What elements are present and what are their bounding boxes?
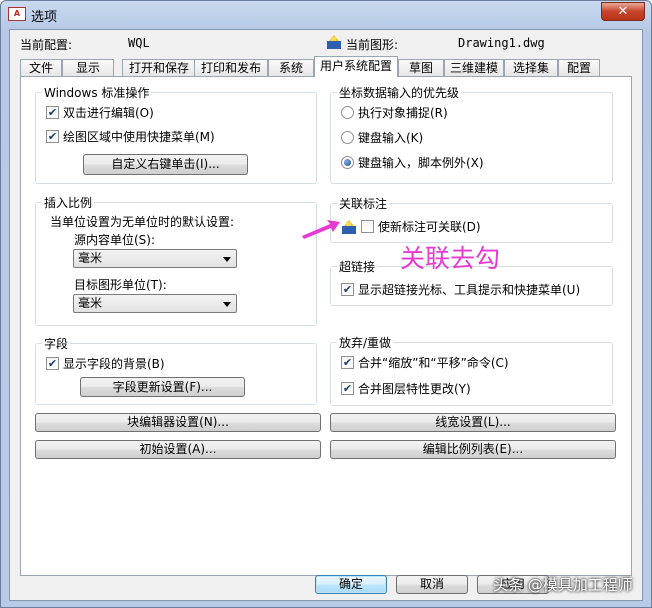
initial-setup-button[interactable]: 初始设置(A)... [35, 440, 321, 459]
tab-display[interactable]: 显示 [62, 59, 114, 76]
custom-right-click-button[interactable]: 自定义右键单击(I)... [83, 154, 248, 175]
window-title: 选项 [31, 10, 58, 25]
keyboard-radio[interactable] [341, 131, 354, 144]
current-drawing-label: 当前图形: [346, 38, 399, 52]
coord-option-keyboard[interactable]: 键盘输入(K) [341, 129, 423, 146]
coord-option-keyboard-except-scripts[interactable]: 键盘输入，脚本例外(X) [341, 154, 484, 171]
tab-drafting[interactable]: 草图 [398, 59, 444, 76]
keyboard-except-scripts-radio[interactable] [341, 156, 354, 169]
field-background-label: 显示字段的背景(B) [63, 357, 165, 371]
dialog-client: 当前配置: WQL 当前图形: Drawing1.dwg 文件 显示 打开和保存… [9, 29, 643, 601]
tab-profiles[interactable]: 配置 [558, 59, 600, 76]
coord-option-osnap[interactable]: 执行对象捕捉(R) [341, 104, 448, 121]
field-background-option[interactable]: ✔ 显示字段的背景(B) [46, 355, 165, 372]
shortcut-menu-label: 绘图区域中使用快捷菜单(M) [63, 130, 215, 144]
drawing-file-icon [327, 35, 341, 49]
current-drawing-value: Drawing1.dwg [458, 36, 545, 50]
dblclick-edit-checkbox[interactable]: ✔ [46, 106, 59, 119]
tab-system[interactable]: 系统 [268, 59, 314, 76]
merge-zoom-pan-checkbox[interactable]: ✔ [341, 356, 354, 369]
keyboard-label: 键盘输入(K) [358, 131, 424, 145]
assoc-dim-legend: 关联标注 [337, 195, 390, 212]
title-bar[interactable]: A 选项 ✕ [1, 1, 651, 29]
osnap-radio[interactable] [341, 106, 354, 119]
autocad-app-icon: A [8, 7, 26, 21]
source-units-value: 毫米 [78, 251, 103, 265]
hyperlink-cursor-label: 显示超链接光标、工具提示和快捷菜单(U) [358, 283, 581, 297]
insert-scale-note: 当单位设置为无单位时的默认设置: [50, 215, 235, 229]
target-units-label: 目标图形单位(T): [74, 278, 167, 292]
keyboard-except-scripts-label: 键盘输入，脚本例外(X) [358, 156, 484, 170]
osnap-label: 执行对象捕捉(R) [358, 106, 448, 120]
coord-priority-legend: 坐标数据输入的优先级 [337, 84, 462, 101]
annotation-arrow-icon [302, 220, 340, 239]
user-preferences-panel: Windows 标准操作 ✔ 双击进行编辑(O) ✔ 绘图区域中使用快捷菜单(M… [20, 76, 632, 576]
current-profile-value: WQL [128, 36, 150, 50]
shortcut-menu-checkbox[interactable]: ✔ [46, 130, 59, 143]
current-profile-label: 当前配置: [20, 38, 73, 52]
shortcut-menu-option[interactable]: ✔ 绘图区域中使用快捷菜单(M) [46, 128, 215, 145]
options-dialog: A 选项 ✕ 当前配置: WQL 当前图形: Drawing1.dwg 文件 显… [0, 0, 652, 608]
merge-layer-checkbox[interactable]: ✔ [341, 382, 354, 395]
source-units-select[interactable]: 毫米 [73, 249, 237, 268]
annotation-text: 关联去勾 [400, 244, 501, 273]
watermark-text: 头条 @模具加工程师 [493, 576, 633, 594]
merge-layer-label: 合并图层特性更改(Y) [358, 382, 471, 396]
windows-ops-legend: Windows 标准操作 [42, 84, 152, 101]
insert-scale-group: 插入比例 当单位设置为无单位时的默认设置: 源内容单位(S): 毫米 目标图形单… [35, 194, 317, 326]
chevron-down-icon [223, 257, 231, 262]
source-units-label: 源内容单位(S): [74, 233, 156, 247]
assoc-dim-group: 关联标注 使新标注可关联(D) [330, 195, 613, 243]
fields-group: 字段 ✔ 显示字段的背景(B) 字段更新设置(F)... [35, 335, 317, 405]
tab-3d-modeling[interactable]: 三维建模 [444, 59, 504, 76]
tab-plot-publish[interactable]: 打印和发布 [194, 59, 268, 76]
edit-scale-list-button[interactable]: 编辑比例列表(E)... [330, 440, 616, 459]
radio-selected-dot [344, 159, 351, 166]
fields-legend: 字段 [42, 335, 71, 352]
cancel-button[interactable]: 取消 [396, 575, 468, 594]
target-units-value: 毫米 [78, 296, 103, 310]
lineweight-settings-button[interactable]: 线宽设置(L)... [330, 413, 616, 432]
hyperlink-cursor-option[interactable]: ✔ 显示超链接光标、工具提示和快捷菜单(U) [341, 281, 580, 298]
undo-redo-legend: 放弃/重做 [337, 334, 394, 351]
tab-files[interactable]: 文件 [20, 59, 62, 76]
field-background-checkbox[interactable]: ✔ [46, 357, 59, 370]
target-units-select[interactable]: 毫米 [73, 294, 237, 313]
tab-open-save[interactable]: 打开和保存 [122, 59, 196, 76]
ok-button[interactable]: 确定 [315, 575, 387, 594]
undo-redo-group: 放弃/重做 ✔ 合并“缩放”和“平移”命令(C) ✔ 合并图层特性更改(Y) [330, 334, 613, 406]
merge-layer-option[interactable]: ✔ 合并图层特性更改(Y) [341, 380, 471, 397]
dblclick-edit-label: 双击进行编辑(O) [63, 106, 154, 120]
tab-user-preferences[interactable]: 用户系统配置 [314, 56, 398, 77]
windows-ops-group: Windows 标准操作 ✔ 双击进行编辑(O) ✔ 绘图区域中使用快捷菜单(M… [35, 84, 317, 184]
hyperlink-legend: 超链接 [337, 258, 378, 275]
merge-zoom-pan-label: 合并“缩放”和“平移”命令(C) [358, 356, 509, 370]
assoc-dim-option[interactable]: 使新标注可关联(D) [341, 218, 481, 235]
tab-selection[interactable]: 选择集 [504, 59, 558, 76]
coord-priority-group: 坐标数据输入的优先级 执行对象捕捉(R) 键盘输入(K) 键盘输入，脚本例外(X… [330, 84, 613, 184]
insert-scale-legend: 插入比例 [42, 194, 95, 211]
merge-zoom-pan-option[interactable]: ✔ 合并“缩放”和“平移”命令(C) [341, 354, 509, 371]
associative-dimension-icon [342, 219, 356, 234]
close-button[interactable]: ✕ [601, 2, 645, 21]
dblclick-edit-option[interactable]: ✔ 双击进行编辑(O) [46, 104, 154, 121]
hyperlink-cursor-checkbox[interactable]: ✔ [341, 283, 354, 296]
chevron-down-icon [223, 302, 231, 307]
field-update-settings-button[interactable]: 字段更新设置(F)... [80, 377, 245, 397]
assoc-dim-label: 使新标注可关联(D) [378, 220, 481, 234]
block-editor-settings-button[interactable]: 块编辑器设置(N)... [35, 413, 321, 432]
assoc-dim-checkbox[interactable] [361, 220, 374, 233]
